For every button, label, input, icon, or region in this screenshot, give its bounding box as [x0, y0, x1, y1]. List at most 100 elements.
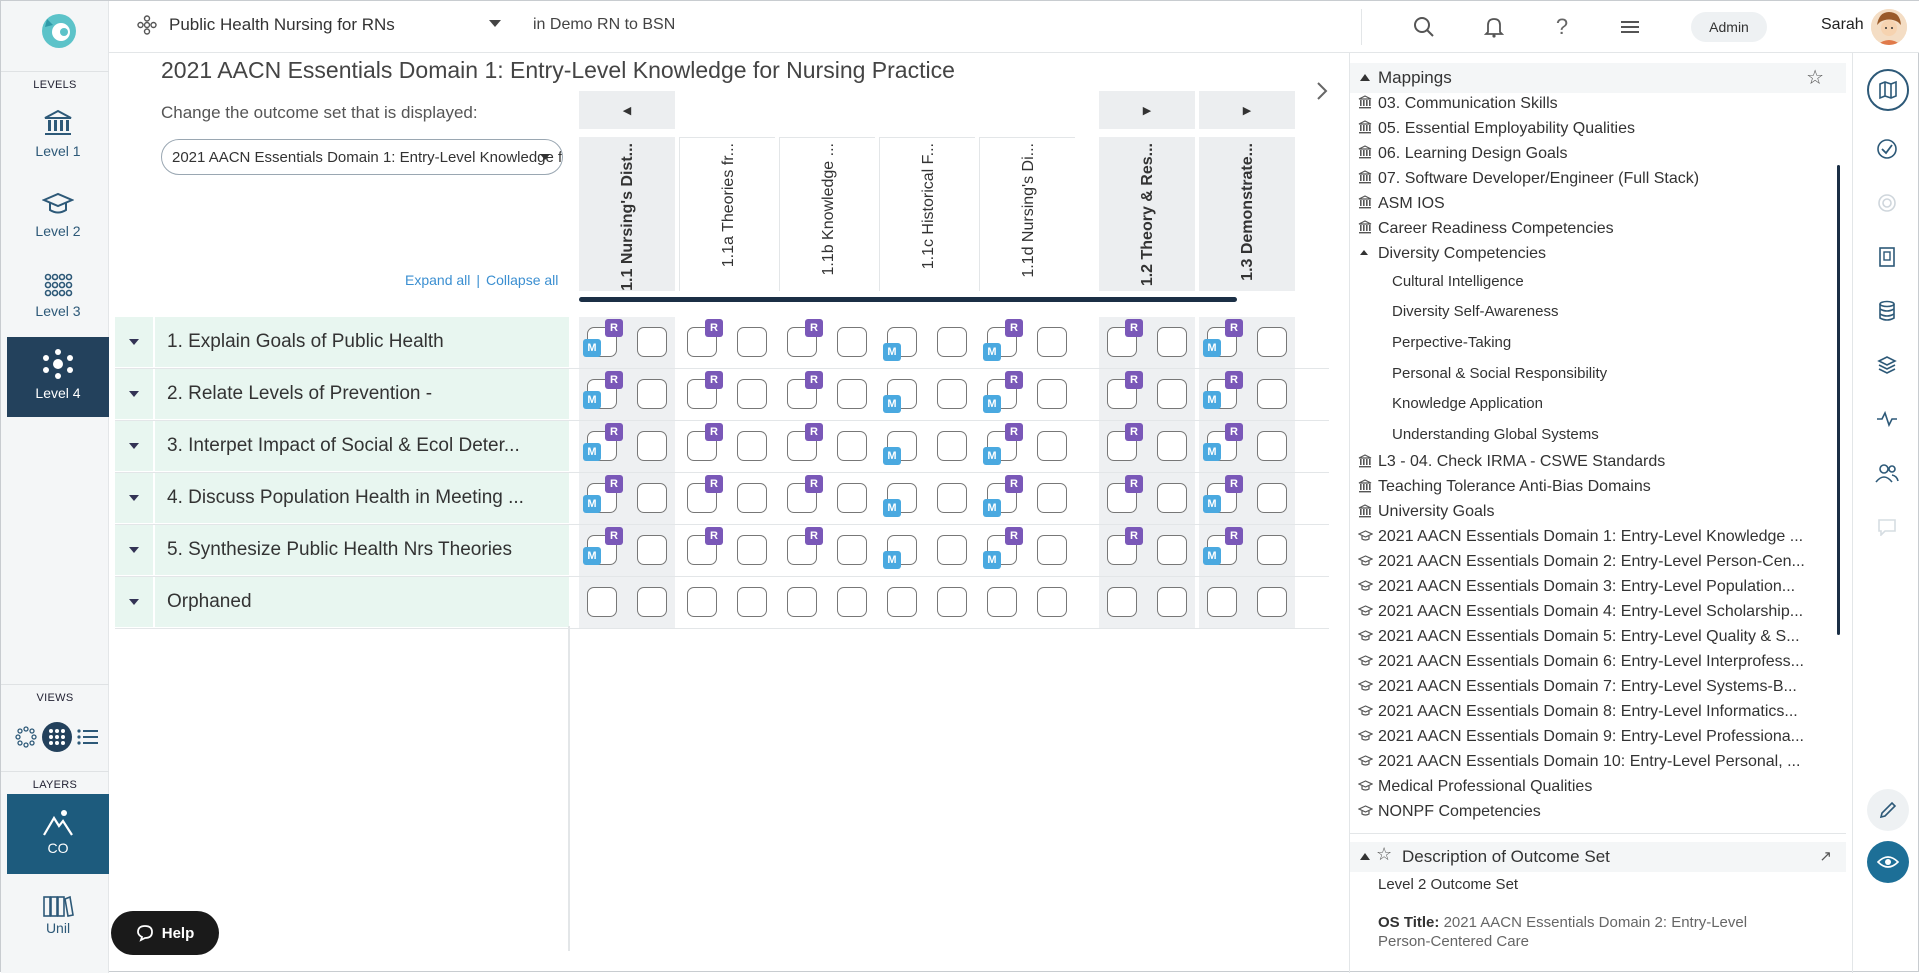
star-icon[interactable]: ☆ [1806, 65, 1824, 90]
list-view-button[interactable] [73, 722, 103, 752]
comment-icon[interactable] [1871, 511, 1903, 543]
row-label[interactable]: 1. Explain Goals of Public Health [115, 317, 569, 367]
help-button[interactable]: Help [111, 911, 219, 955]
mapping-item[interactable]: 2021 AACN Essentials Domain 1: Entry-Lev… [1358, 525, 1842, 550]
column-header[interactable]: 1.1c Historical F... [879, 137, 975, 291]
column-header[interactable]: 1.2 Theory & Res... [1099, 137, 1195, 291]
mapping-checkbox-alt[interactable] [1157, 379, 1187, 409]
mapping-item[interactable]: 2021 AACN Essentials Domain 9: Entry-Lev… [1358, 725, 1842, 750]
mapping-checkbox[interactable] [587, 587, 617, 617]
mapping-checkbox[interactable] [787, 587, 817, 617]
stack-icon[interactable] [1871, 349, 1903, 381]
row-label[interactable]: 5. Synthesize Public Health Nrs Theories [115, 525, 569, 575]
help-question-icon[interactable]: ? [1549, 14, 1575, 40]
mapping-checkbox[interactable] [1207, 587, 1237, 617]
mapping-checkbox-alt[interactable] [1157, 483, 1187, 513]
panel-split-divider[interactable] [1350, 833, 1846, 834]
mapping-checkbox-alt[interactable] [637, 379, 667, 409]
row-label[interactable]: 2. Relate Levels of Prevention - [115, 369, 569, 419]
mapping-checkbox-alt[interactable] [1157, 327, 1187, 357]
mapping-checkbox-alt[interactable] [937, 483, 967, 513]
mapping-subitem[interactable]: Understanding Global Systems [1358, 419, 1842, 450]
mapping-checkbox-alt[interactable] [1157, 535, 1187, 565]
mapping-checkbox-alt[interactable] [937, 327, 967, 357]
mapping-checkbox-alt[interactable] [937, 587, 967, 617]
mapping-checkbox-alt[interactable] [1037, 483, 1067, 513]
mapping-checkbox-alt[interactable] [1257, 535, 1287, 565]
row-label[interactable]: 3. Interpet Impact of Social & Ecol Dete… [115, 421, 569, 471]
document-icon[interactable] [1871, 241, 1903, 273]
row-label[interactable]: 4. Discuss Population Health in Meeting … [115, 473, 569, 523]
users-icon[interactable] [1871, 457, 1903, 489]
map-view-button[interactable] [1867, 69, 1909, 111]
target-icon[interactable] [1871, 187, 1903, 219]
panel-divider[interactable] [568, 626, 570, 951]
mapping-item[interactable]: University Goals [1358, 500, 1842, 525]
mapping-checkbox-alt[interactable] [637, 327, 667, 357]
expand-all-link[interactable]: Expand all [405, 272, 470, 288]
column-header[interactable]: 1.1a Theories fr... [679, 137, 775, 291]
mapping-checkbox-alt[interactable] [1257, 431, 1287, 461]
mapping-checkbox-alt[interactable] [937, 431, 967, 461]
collapse-all-link[interactable]: Collapse all [486, 272, 558, 288]
mapping-item[interactable]: 2021 AACN Essentials Domain 6: Entry-Lev… [1358, 650, 1842, 675]
mapping-checkbox-alt[interactable] [737, 379, 767, 409]
mapping-checkbox-alt[interactable] [637, 535, 667, 565]
search-icon[interactable] [1411, 14, 1437, 40]
mapping-item[interactable]: 03. Communication Skills [1358, 91, 1842, 116]
mapping-item[interactable]: NONPF Competencies [1358, 800, 1842, 825]
mapping-checkbox-alt[interactable] [837, 535, 867, 565]
mapping-item[interactable]: 07. Software Developer/Engineer (Full St… [1358, 166, 1842, 191]
mapping-checkbox-alt[interactable] [1157, 431, 1187, 461]
mapping-checkbox-alt[interactable] [737, 587, 767, 617]
mapping-checkbox-alt[interactable] [837, 379, 867, 409]
mapping-checkbox[interactable] [687, 587, 717, 617]
mapping-item[interactable]: L3 - 04. Check IRMA - CSWE Standards [1358, 450, 1842, 475]
chevron-right-icon[interactable] [1315, 81, 1329, 101]
mapping-checkbox-alt[interactable] [1257, 379, 1287, 409]
mapping-checkbox-alt[interactable] [837, 327, 867, 357]
bell-icon[interactable] [1481, 14, 1507, 40]
mapping-item[interactable]: 2021 AACN Essentials Domain 10: Entry-Le… [1358, 750, 1842, 775]
mapping-item[interactable]: Medical Professional Qualities [1358, 775, 1842, 800]
edit-button[interactable] [1867, 789, 1909, 831]
scroll-right-button[interactable]: ▶ [1099, 91, 1195, 129]
mapping-checkbox-alt[interactable] [737, 535, 767, 565]
mapping-subitem[interactable]: Cultural Intelligence [1358, 266, 1842, 297]
mapping-item[interactable]: Career Readiness Competencies [1358, 216, 1842, 241]
view-button[interactable] [1867, 841, 1909, 883]
layer-co-button[interactable]: CO [7, 794, 109, 874]
avatar[interactable] [1871, 9, 1907, 45]
chevron-down-icon[interactable] [115, 369, 155, 419]
mappings-header[interactable]: Mappings ☆ [1350, 63, 1846, 93]
mapping-item[interactable]: 2021 AACN Essentials Domain 8: Entry-Lev… [1358, 700, 1842, 725]
mapping-checkbox-alt[interactable] [1257, 587, 1287, 617]
mapping-checkbox-alt[interactable] [1037, 431, 1067, 461]
external-link-icon[interactable]: ↗ [1819, 847, 1832, 865]
mapping-checkbox[interactable] [887, 587, 917, 617]
mapping-checkbox-alt[interactable] [737, 431, 767, 461]
scroll-left-button[interactable]: ◀ [579, 91, 675, 129]
mapping-checkbox-alt[interactable] [737, 327, 767, 357]
mapping-checkbox-alt[interactable] [637, 431, 667, 461]
level-4-button[interactable]: Level 4 [7, 337, 109, 417]
mapping-item[interactable]: 2021 AACN Essentials Domain 4: Entry-Lev… [1358, 600, 1842, 625]
mapping-checkbox-alt[interactable] [837, 431, 867, 461]
mapping-checkbox-alt[interactable] [1257, 483, 1287, 513]
admin-button[interactable]: Admin [1691, 12, 1767, 42]
scroll-right-end-button[interactable]: ▶ [1199, 91, 1295, 129]
mappings-scrollbar[interactable] [1837, 165, 1840, 635]
mapping-checkbox-alt[interactable] [1257, 327, 1287, 357]
row-label[interactable]: Orphaned [115, 577, 569, 627]
mapping-subitem[interactable]: Personal & Social Responsibility [1358, 358, 1842, 389]
mapping-item[interactable]: ASM IOS [1358, 191, 1842, 216]
mapping-item[interactable]: 06. Learning Design Goals [1358, 141, 1842, 166]
mapping-checkbox-alt[interactable] [637, 587, 667, 617]
mapping-checkbox-alt[interactable] [737, 483, 767, 513]
mapping-subitem[interactable]: Knowledge Application [1358, 388, 1842, 419]
mapping-checkbox-alt[interactable] [1037, 535, 1067, 565]
description-header[interactable]: ☆ Description of Outcome Set ↗ [1350, 842, 1846, 872]
mapping-item[interactable]: 2021 AACN Essentials Domain 5: Entry-Lev… [1358, 625, 1842, 650]
mapping-checkbox-alt[interactable] [837, 483, 867, 513]
mapping-checkbox-alt[interactable] [937, 379, 967, 409]
